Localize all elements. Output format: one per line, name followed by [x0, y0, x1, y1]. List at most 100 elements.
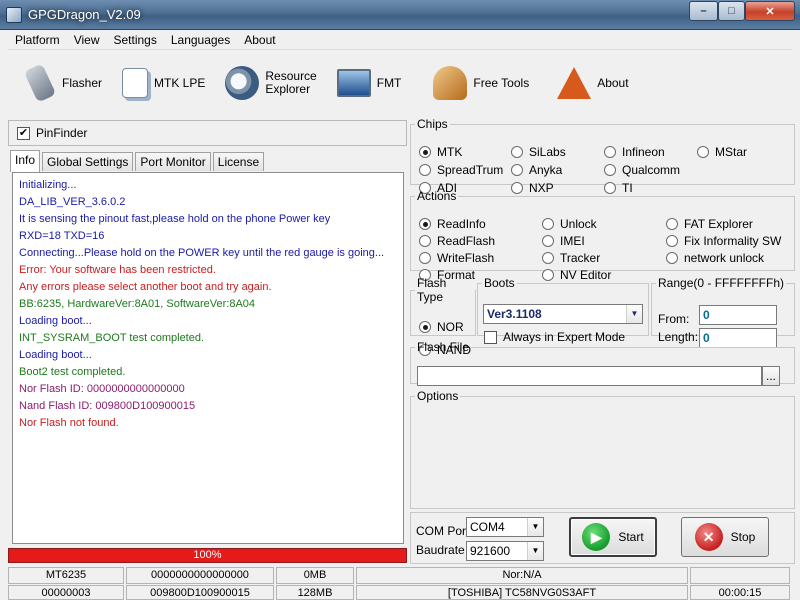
- menu-platform[interactable]: Platform: [8, 30, 67, 50]
- play-icon: ▶: [582, 523, 611, 551]
- chip-anyka[interactable]: Anyka: [511, 163, 562, 177]
- action-tracker[interactable]: Tracker: [542, 251, 600, 265]
- tools-icon: [433, 66, 468, 100]
- browse-button[interactable]: ...: [762, 366, 780, 386]
- chevron-down-icon: ▼: [626, 305, 642, 323]
- action-unlock[interactable]: Unlock: [542, 217, 597, 231]
- options-legend: Options: [417, 389, 459, 403]
- action-readinfo[interactable]: ReadInfo: [419, 217, 486, 231]
- action-label: Tracker: [560, 251, 601, 265]
- status-device-id: 00000003: [8, 585, 124, 600]
- radio-icon: [419, 218, 431, 230]
- log-line: INT_SYSRAM_BOOT test completed.: [19, 332, 205, 344]
- about-button[interactable]: About: [539, 59, 638, 107]
- chip-mstar[interactable]: MStar: [697, 145, 747, 159]
- action-label: FAT Explorer: [684, 217, 753, 231]
- log-line: DA_LIB_VER_3.6.0.2: [19, 196, 126, 208]
- chip-spreadtrum[interactable]: SpreadTrum: [419, 163, 503, 177]
- action-readflash[interactable]: ReadFlash: [419, 234, 495, 248]
- start-label: Start: [618, 530, 644, 544]
- minimize-button[interactable]: –: [689, 1, 718, 21]
- title-bar: GPGDragon_V2.09 – □ ✕: [0, 0, 800, 30]
- menu-view[interactable]: View: [67, 30, 107, 50]
- action-network-unlock[interactable]: network unlock: [666, 251, 764, 265]
- action-fat-explorer[interactable]: FAT Explorer: [666, 217, 753, 231]
- action-label: WriteFlash: [437, 251, 495, 265]
- com-port-select[interactable]: COM4 ▼: [466, 517, 544, 537]
- baudrate-value: 921600: [470, 544, 511, 558]
- mtk-lpe-label: MTK LPE: [154, 75, 206, 90]
- action-fix-informality[interactable]: Fix Informality SW: [666, 234, 781, 248]
- tab-info[interactable]: Info: [10, 150, 41, 172]
- fmt-label: FMT: [376, 75, 402, 90]
- start-button[interactable]: ▶ Start: [569, 517, 657, 557]
- chip-label: SpreadTrum: [437, 163, 504, 177]
- flash-file-input[interactable]: [417, 366, 762, 386]
- maximize-button[interactable]: □: [718, 1, 745, 21]
- menu-bar: Platform View Settings Languages About: [8, 30, 792, 50]
- action-imei[interactable]: IMEI: [542, 234, 585, 248]
- progress-bar: 100%: [8, 548, 407, 563]
- free-tools-button[interactable]: Free Tools: [411, 59, 539, 107]
- baudrate-select[interactable]: 921600 ▼: [466, 541, 544, 561]
- chips-legend: Chips: [417, 117, 448, 131]
- chip-label: Anyka: [529, 163, 563, 177]
- menu-languages[interactable]: Languages: [164, 30, 237, 50]
- status-empty: [690, 567, 790, 584]
- flash-type-label: NOR: [437, 320, 464, 334]
- radio-icon: [604, 164, 616, 176]
- radio-icon: [604, 146, 616, 158]
- close-button[interactable]: ✕: [745, 1, 795, 21]
- action-writeflash[interactable]: WriteFlash: [419, 251, 494, 265]
- menu-about[interactable]: About: [237, 30, 282, 50]
- toolbar: Flasher MTK LPE Resource Explorer FMT Fr…: [8, 52, 792, 114]
- boots-group: Boots Ver3.1108 ▼ Always in Expert Mode: [477, 276, 649, 344]
- stop-icon: ✕: [694, 523, 723, 551]
- mtk-lpe-button[interactable]: MTK LPE: [112, 59, 215, 107]
- chip-qualcomm[interactable]: Qualcomm: [604, 163, 680, 177]
- radio-icon: [542, 218, 554, 230]
- chip-mtk[interactable]: MTK: [419, 145, 462, 159]
- radio-icon: [666, 235, 678, 247]
- log-line: Nor Flash not found.: [19, 417, 119, 429]
- fmt-button[interactable]: FMT: [327, 59, 412, 107]
- from-input[interactable]: 0: [699, 305, 777, 325]
- action-label: Unlock: [560, 217, 597, 231]
- tab-port-monitor[interactable]: Port Monitor: [135, 152, 211, 171]
- app-icon: [6, 7, 22, 23]
- log-line: Loading boot...: [19, 349, 92, 361]
- status-row-1: MT6235 0000000000000000 0MB Nor:N/A: [8, 567, 792, 584]
- action-label: network unlock: [684, 251, 765, 265]
- tab-global-settings[interactable]: Global Settings: [42, 152, 134, 171]
- actions-legend: Actions: [417, 189, 457, 203]
- chip-label: Infineon: [622, 145, 665, 159]
- flasher-button[interactable]: Flasher: [8, 59, 112, 107]
- document-icon: [122, 68, 149, 98]
- radio-icon: [542, 235, 554, 247]
- menu-settings[interactable]: Settings: [106, 30, 163, 50]
- stop-button[interactable]: ✕ Stop: [681, 517, 769, 557]
- options-group: Options: [410, 389, 795, 509]
- status-nand-info: [TOSHIBA] TC58NVG0S3AFT: [356, 585, 688, 600]
- log-line: Initializing...: [19, 179, 77, 191]
- connection-panel: COM Port COM4 ▼ Baudrate 921600 ▼ ▶ Star…: [410, 512, 795, 564]
- boots-select[interactable]: Ver3.1108 ▼: [483, 304, 643, 324]
- flash-type-nor[interactable]: NOR: [419, 320, 464, 334]
- baudrate-label: Baudrate: [416, 543, 465, 557]
- chip-label: Qualcomm: [622, 163, 681, 177]
- radio-icon: [511, 164, 523, 176]
- stop-label: Stop: [730, 530, 756, 544]
- pinfinder-checkbox[interactable]: ✔: [17, 126, 30, 140]
- chip-infineon[interactable]: Infineon: [604, 145, 665, 159]
- resource-explorer-button[interactable]: Resource Explorer: [215, 59, 326, 107]
- info-log[interactable]: Initializing... DA_LIB_VER_3.6.0.2 It is…: [12, 172, 404, 544]
- status-row-2: 00000003 009800D100900015 128MB [TOSHIBA…: [8, 585, 792, 600]
- status-cpu: MT6235: [8, 567, 124, 584]
- flash-type-legend: Flash Type: [417, 276, 447, 304]
- about-label: About: [597, 75, 629, 90]
- status-nand-id: 009800D100900015: [126, 585, 274, 600]
- from-label: From:: [658, 312, 690, 326]
- pinfinder-label: PinFinder: [36, 126, 88, 140]
- chip-silabs[interactable]: SiLabs: [511, 145, 566, 159]
- tab-license[interactable]: License: [212, 152, 265, 171]
